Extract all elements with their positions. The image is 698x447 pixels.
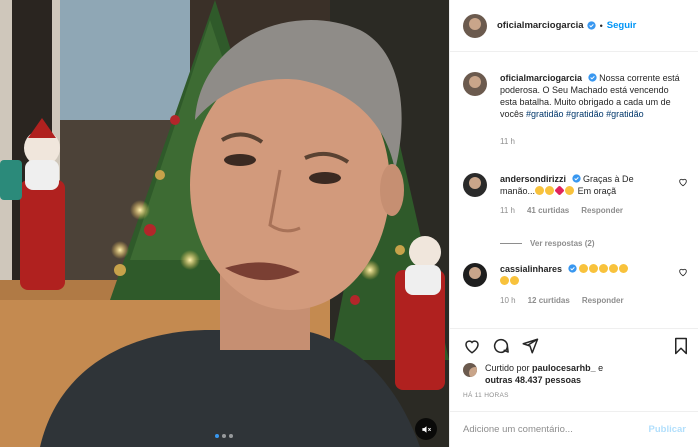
comment-username[interactable]: andersondirizzi	[500, 174, 566, 184]
praying-hands-emoji	[589, 264, 599, 273]
verified-badge-icon	[571, 174, 581, 183]
heart-icon[interactable]	[678, 177, 688, 187]
avatar[interactable]	[463, 13, 487, 38]
add-comment-bar: Publicar	[450, 411, 698, 447]
comment-time[interactable]: 11 h	[500, 206, 515, 215]
praying-hands-emoji	[599, 264, 609, 273]
caption-time[interactable]: 11 h	[500, 137, 515, 146]
post-header: oficialmarciogarcia • Seguir	[450, 0, 698, 52]
video-frame	[0, 0, 449, 447]
caption-hashtags[interactable]: #gratidão #gratidão #gratidão	[526, 109, 644, 119]
avatar[interactable]	[463, 173, 487, 197]
praying-hands-emoji	[545, 186, 555, 195]
liked-by-prefix: Curtido por	[485, 363, 530, 373]
post-timestamp[interactable]: HÁ 11 HORAS	[463, 392, 509, 399]
liked-by-connector: e	[598, 363, 604, 373]
praying-hands-emoji	[565, 186, 575, 195]
view-replies-button[interactable]: Ver respostas (2)	[500, 239, 594, 248]
mute-icon	[421, 425, 431, 433]
mute-button[interactable]	[415, 418, 437, 440]
carousel-dot	[229, 434, 233, 438]
follow-button[interactable]: Seguir	[607, 20, 637, 31]
praying-hands-emoji	[510, 276, 519, 285]
liked-by: Curtido por paulocesarhb_ e outras 48.43…	[463, 362, 693, 386]
praying-hands-emoji	[500, 276, 509, 285]
verified-badge-icon	[587, 73, 597, 82]
comments-list[interactable]: oficialmarciogarcia Nossa corrente está …	[450, 53, 698, 325]
separator: •	[599, 20, 603, 31]
post-panel: oficialmarciogarcia • Seguir oficialmarc…	[449, 0, 698, 447]
divider	[500, 243, 522, 244]
comment-input[interactable]	[463, 424, 649, 435]
praying-hands-emoji	[535, 186, 545, 195]
username[interactable]: oficialmarciogarcia	[497, 20, 584, 31]
caption: oficialmarciogarcia Nossa corrente está …	[463, 72, 688, 146]
list-item: cassialinhares 10 h 12 curtidas Responde…	[463, 263, 688, 305]
praying-hands-emoji	[609, 264, 619, 273]
post-media[interactable]	[0, 0, 449, 447]
carousel-dot-active	[215, 434, 219, 438]
avatar[interactable]	[463, 263, 487, 287]
verified-badge-icon	[567, 264, 577, 273]
comment-text-cut: e	[628, 174, 634, 184]
view-replies-label: Ver respostas (2)	[530, 239, 595, 248]
carousel-dot	[222, 434, 226, 438]
share-icon[interactable]	[521, 337, 539, 355]
comment-icon[interactable]	[492, 337, 510, 355]
comment-likes[interactable]: 12 curtidas	[528, 296, 570, 305]
verified-badge-icon	[586, 21, 596, 30]
reply-button[interactable]: Responder	[581, 206, 623, 215]
liked-by-user[interactable]: paulocesarhb_	[532, 363, 596, 373]
bookmark-icon[interactable]	[672, 337, 690, 355]
comment-likes[interactable]: 41 curtidas	[527, 206, 569, 215]
reply-button[interactable]: Responder	[582, 296, 624, 305]
heart-icon[interactable]	[678, 267, 688, 277]
liked-by-others[interactable]: outras 48.437 pessoas	[485, 375, 581, 385]
comment-time[interactable]: 10 h	[500, 296, 516, 305]
praying-hands-emoji	[619, 264, 629, 273]
comment-text: Graças à D	[583, 174, 629, 184]
action-bar	[450, 328, 698, 364]
avatar[interactable]	[463, 72, 487, 96]
avatar[interactable]	[463, 363, 477, 377]
list-item: andersondirizzi Graças à De manão... Em …	[463, 173, 688, 215]
praying-hands-emoji	[579, 264, 589, 273]
comment-text-end: Em oraçã	[577, 186, 617, 196]
carousel-dots	[215, 434, 233, 438]
heart-icon[interactable]	[463, 337, 481, 355]
caption-username[interactable]: oficialmarciogarcia	[500, 73, 582, 83]
comment-text-line2: manão	[500, 186, 528, 196]
red-heart-emoji	[554, 185, 565, 196]
comment-username[interactable]: cassialinhares	[500, 264, 562, 274]
publish-button[interactable]: Publicar	[649, 424, 687, 435]
